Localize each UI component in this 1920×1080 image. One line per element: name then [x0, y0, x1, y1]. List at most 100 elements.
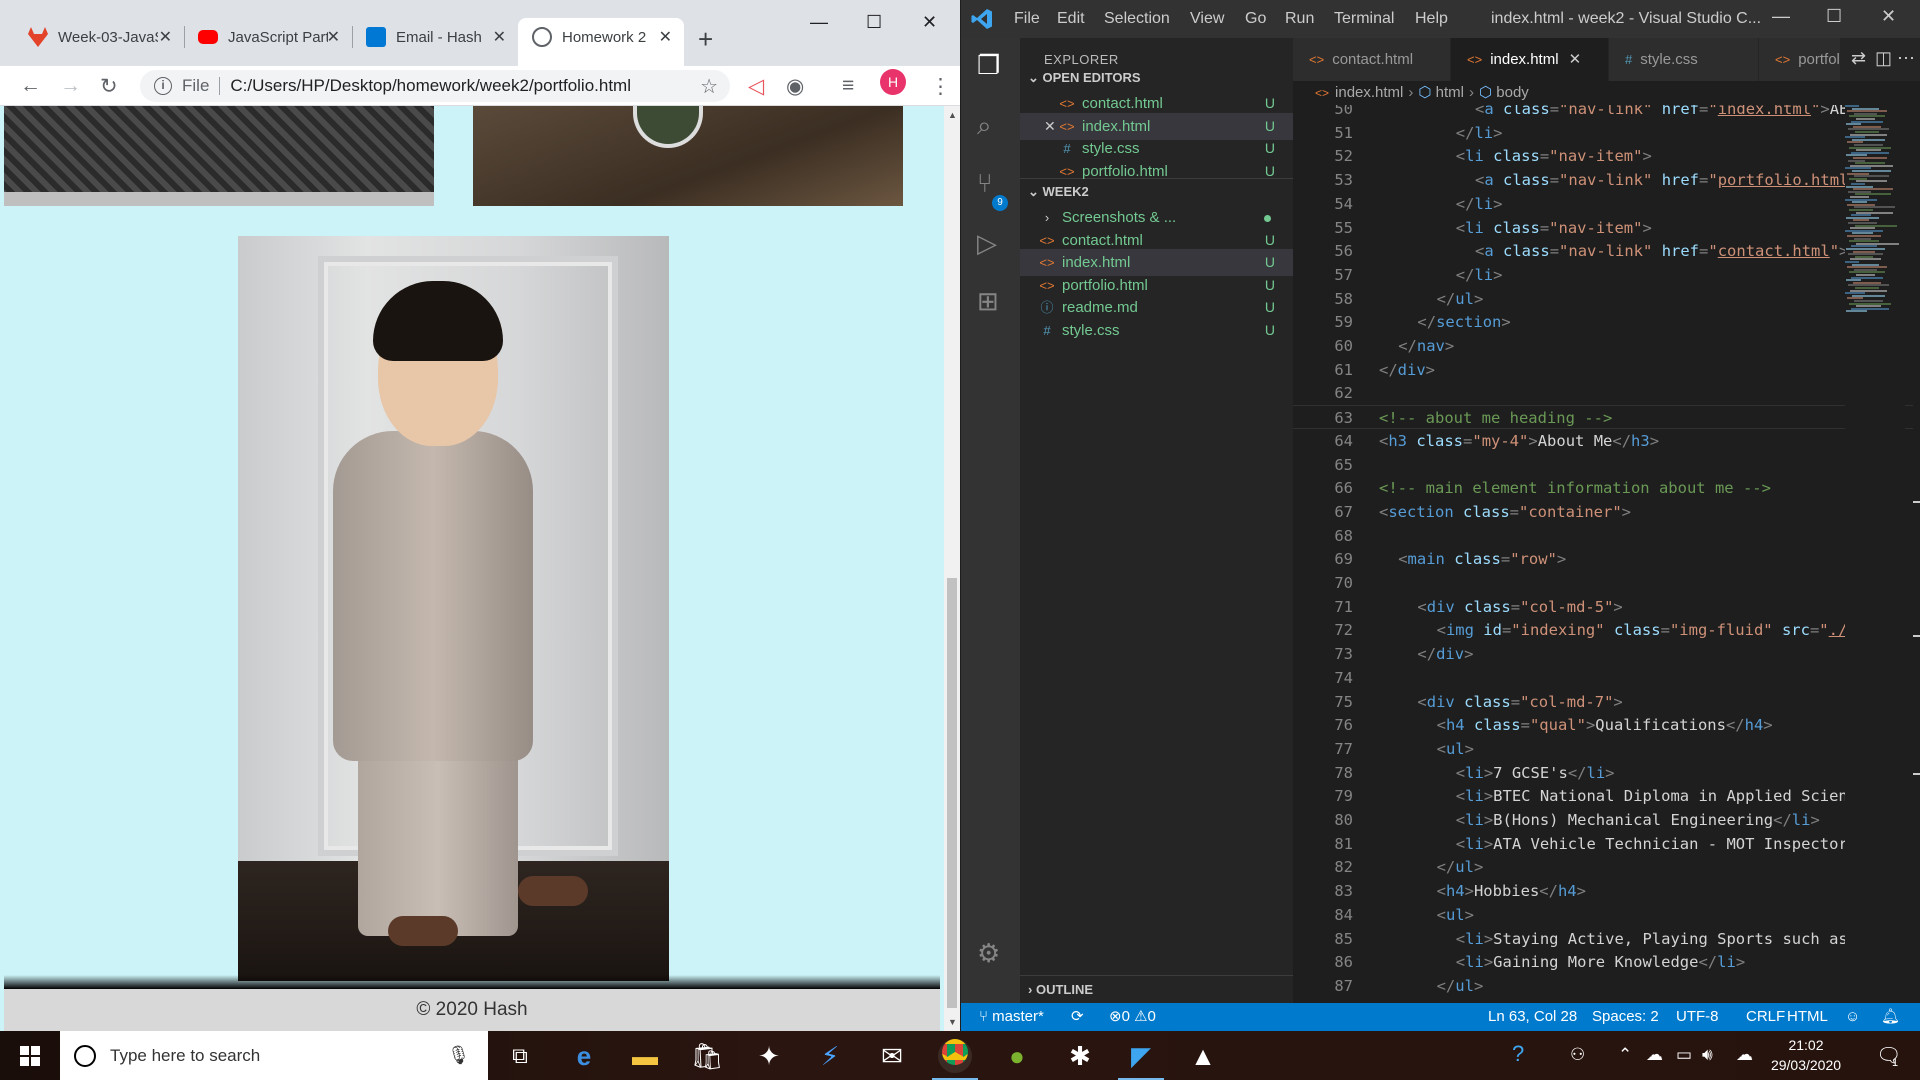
code-line[interactable]: 77 <ul>	[1293, 737, 1913, 761]
address-bar[interactable]: i File C:/Users/HP/Desktop/homework/week…	[140, 70, 730, 102]
code-line[interactable]: 57 </li>	[1293, 263, 1913, 287]
browser-tab-youtube[interactable]: JavaScript Part ✕	[184, 18, 352, 56]
onedrive-icon[interactable]: ☁	[1646, 1045, 1663, 1065]
code-line[interactable]: 85 <li>Staying Active, Playing Sports suc…	[1293, 927, 1913, 951]
photos-icon[interactable]: ▲	[1186, 1039, 1220, 1073]
code-line[interactable]: 56 <a class="nav-link" href="contact.html…	[1293, 239, 1913, 263]
menu-go[interactable]: Go	[1245, 10, 1266, 28]
code-line[interactable]: 55 <li class="nav-item">	[1293, 216, 1913, 240]
dropbox-icon[interactable]: ✦	[752, 1039, 786, 1073]
explorer-files-icon[interactable]: ❐	[977, 50, 1005, 80]
code-line[interactable]: 78 <li>7 GCSE's</li>	[1293, 761, 1913, 785]
code-line[interactable]: 53 <a class="nav-link" href="portfolio.ht…	[1293, 168, 1913, 192]
menu-file[interactable]: File	[1014, 10, 1040, 28]
language-mode[interactable]: HTML	[1787, 1003, 1828, 1031]
system-clock[interactable]: 21:02 29/03/2020	[1756, 1035, 1856, 1075]
close-window-icon[interactable]: ✕	[922, 12, 937, 33]
file-explorer-icon[interactable]: ▬	[628, 1039, 662, 1073]
browser-tab-outlook[interactable]: Email - Hash ✕	[352, 18, 518, 56]
feedback-icon[interactable]: ☺	[1845, 1003, 1860, 1031]
sync-icon[interactable]: ⟳	[1071, 1003, 1084, 1031]
minimap[interactable]	[1845, 105, 1905, 1003]
split-editor-icon[interactable]: ◫	[1875, 48, 1892, 69]
encoding-status[interactable]: UTF-8	[1676, 1003, 1719, 1031]
code-line[interactable]: 73 </div>	[1293, 642, 1913, 666]
forward-arrow-icon[interactable]: →	[60, 74, 81, 98]
code-line[interactable]: 59 </section>	[1293, 310, 1913, 334]
source-control-icon[interactable]: ⑂	[977, 168, 1005, 198]
edge-icon[interactable]: e	[567, 1039, 601, 1073]
menu-terminal[interactable]: Terminal	[1334, 10, 1394, 28]
reload-icon[interactable]: ↻	[100, 74, 118, 99]
scroll-down-arrow-icon[interactable]: ▼	[948, 1017, 957, 1027]
code-line[interactable]: 66 <!-- main element information about me…	[1293, 476, 1913, 500]
code-line[interactable]: 86 <li>Gaining More Knowledge</li>	[1293, 950, 1913, 974]
editor-tab-index[interactable]: <> index.html ✕	[1451, 38, 1609, 81]
code-line[interactable]: 81 <li>ATA Vehicle Technician - MOT Inspe…	[1293, 832, 1913, 856]
indentation-status[interactable]: Spaces: 2	[1592, 1003, 1659, 1031]
code-line[interactable]: 75 <div class="col-md-7">	[1293, 690, 1913, 714]
maximize-icon[interactable]: ☐	[1826, 6, 1842, 27]
bookmark-star-icon[interactable]: ☆	[700, 74, 718, 99]
slack-icon[interactable]: ✱	[1063, 1039, 1097, 1073]
help-icon[interactable]: ?	[1512, 1041, 1524, 1067]
cloud-sync-icon[interactable]: ☁	[1736, 1045, 1753, 1065]
browser-tab-homework[interactable]: Homework 2 ✕	[518, 18, 684, 66]
people-icon[interactable]: ⚇	[1570, 1045, 1585, 1065]
code-line[interactable]: 58 </ul>	[1293, 287, 1913, 311]
file-row-portfolio-html[interactable]: <> portfolio.html U	[1020, 158, 1293, 185]
vs-icon[interactable]: ⚡︎	[813, 1039, 847, 1073]
gear-icon[interactable]: ⚙	[977, 938, 1005, 968]
close-window-icon[interactable]: ✕	[1881, 6, 1896, 27]
code-line[interactable]: 74	[1293, 666, 1913, 690]
code-line[interactable]: 68	[1293, 524, 1913, 548]
close-icon[interactable]: ✕	[159, 27, 172, 47]
code-line[interactable]: 64 <h3 class="my-4">About Me</h3>	[1293, 429, 1913, 453]
new-tab-button[interactable]: +	[698, 24, 713, 55]
code-line[interactable]: 67 <section class="container">	[1293, 500, 1913, 524]
mail-icon[interactable]: ✉	[875, 1039, 909, 1073]
breadcrumb-body[interactable]: body	[1496, 84, 1529, 101]
editor-tab-contact[interactable]: <> contact.html	[1293, 38, 1451, 81]
code-line[interactable]: 79 <li>BTEC National Diploma in Applied S…	[1293, 784, 1913, 808]
scrollbar-thumb[interactable]	[947, 578, 957, 1008]
menu-run[interactable]: Run	[1285, 10, 1314, 28]
code-line[interactable]: 65	[1293, 453, 1913, 477]
close-icon[interactable]: ✕	[1569, 51, 1582, 68]
code-line[interactable]: 69 <main class="row">	[1293, 547, 1913, 571]
menu-selection[interactable]: Selection	[1104, 10, 1170, 28]
browser-tab-gitlab[interactable]: Week-03-JavaScript ✕	[14, 18, 184, 56]
code-line[interactable]: 84 <ul>	[1293, 903, 1913, 927]
code-line[interactable]: 54 </li>	[1293, 192, 1913, 216]
extension-circle-icon[interactable]: ◉	[786, 74, 804, 99]
code-line[interactable]: 61 </div>	[1293, 358, 1913, 382]
minimize-icon[interactable]: —	[1772, 6, 1790, 27]
menu-view[interactable]: View	[1190, 10, 1224, 28]
code-line[interactable]: 60 </nav>	[1293, 334, 1913, 358]
chevron-up-icon[interactable]: ⌃	[1618, 1045, 1632, 1065]
code-line[interactable]: 51 </li>	[1293, 121, 1913, 145]
code-line[interactable]: 63 <!-- about me heading -->	[1293, 405, 1913, 430]
code-line[interactable]: 82 </ul>	[1293, 855, 1913, 879]
code-line[interactable]: 50 <a class="nav-link" href="index.html">…	[1293, 105, 1913, 121]
breadcrumb-file[interactable]: index.html	[1335, 84, 1403, 101]
media-control-icon[interactable]: ≡	[842, 74, 854, 98]
cursor-position[interactable]: Ln 63, Col 28	[1488, 1003, 1577, 1031]
code-line[interactable]: 70	[1293, 571, 1913, 595]
code-editor[interactable]: 50 <a class="nav-link" href="index.html">…	[1293, 105, 1920, 1003]
extension-icon[interactable]: ◁	[748, 74, 764, 99]
store-icon[interactable]: 🛍︎	[690, 1039, 724, 1073]
back-arrow-icon[interactable]: ←	[20, 74, 41, 98]
notifications-bell-icon[interactable]: 🔔︎	[1881, 1003, 1900, 1031]
open-changes-icon[interactable]: ⇄	[1851, 48, 1866, 69]
maximize-icon[interactable]: ☐	[866, 12, 882, 33]
scroll-up-arrow-icon[interactable]: ▲	[948, 110, 957, 120]
close-icon[interactable]: ✕	[493, 27, 506, 47]
code-line[interactable]: 71 <div class="col-md-5">	[1293, 595, 1913, 619]
eol-status[interactable]: CRLF	[1746, 1003, 1785, 1031]
code-line[interactable]: 80 <li>B(Hons) Mechanical Engineering</li…	[1293, 808, 1913, 832]
code-line[interactable]: 83 <h4>Hobbies</h4>	[1293, 879, 1913, 903]
taskbar-search[interactable]: Type here to search 🎙︎	[60, 1031, 488, 1080]
code-line[interactable]: 52 <li class="nav-item">	[1293, 144, 1913, 168]
editor-tab-style[interactable]: # style.css	[1609, 38, 1759, 81]
